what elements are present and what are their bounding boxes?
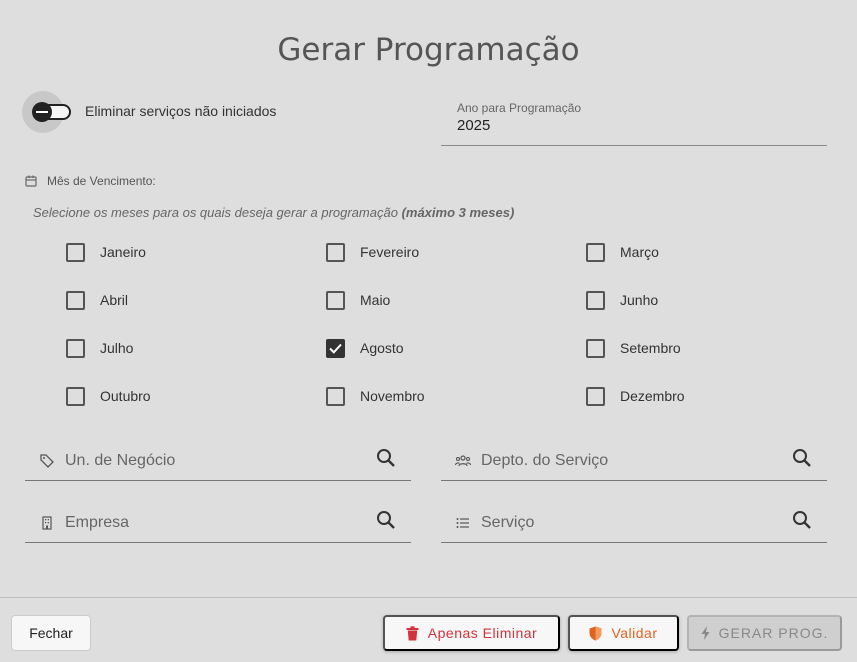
calendar-icon [25,175,37,187]
people-icon [455,453,471,469]
search-icon[interactable] [376,448,396,473]
year-field[interactable]: Ano para Programação 2025 [441,98,827,146]
shield-icon [589,626,602,640]
business-unit-placeholder: Un. de Negócio [65,451,176,469]
month-checkbox-item[interactable]: Maio [326,288,390,312]
toggle-thumb-minus-icon [32,102,52,122]
service-dept-placeholder: Depto. do Serviço [481,451,609,469]
month-label: Julho [100,340,134,356]
business-unit-field[interactable]: Un. de Negócio [25,441,411,481]
month-label: Outubro [100,388,151,404]
delete-only-button[interactable]: Apenas Eliminar [383,615,560,651]
year-field-label: Ano para Programação [457,101,582,115]
month-checkbox-item[interactable]: Dezembro [586,384,685,408]
month-checkbox-item[interactable]: Junho [586,288,658,312]
month-hint-text: Selecione os meses para os quais deseja … [33,205,398,220]
eliminate-toggle-label: Eliminar serviços não iniciados [85,103,277,119]
service-dept-field[interactable]: Depto. do Serviço [441,441,827,481]
year-field-value[interactable]: 2025 [457,117,490,134]
month-label: Agosto [360,340,404,356]
footer-divider [0,597,857,598]
close-button[interactable]: Fechar [11,615,91,651]
toggle-switch[interactable] [22,91,71,133]
month-checkbox-item[interactable]: Fevereiro [326,240,419,264]
search-icon[interactable] [792,448,812,473]
validate-label: Validar [611,625,658,641]
generate-button[interactable]: GERAR PROG. [687,615,842,651]
month-label: Dezembro [620,388,685,404]
generate-label: GERAR PROG. [718,625,829,641]
month-checkbox-item[interactable]: Novembro [326,384,425,408]
list-icon [455,515,471,531]
month-section-label: Mês de Vencimento: [47,174,156,188]
service-placeholder: Serviço [481,513,535,531]
month-section-header: Mês de Vencimento: [25,174,156,188]
month-checkbox[interactable] [66,290,85,310]
month-checkbox[interactable] [586,386,605,406]
generate-schedule-dialog: Gerar Programação Eliminar serviços não … [0,0,857,662]
month-checkbox-item[interactable]: Julho [66,336,133,360]
building-icon [39,515,55,531]
search-icon[interactable] [376,510,396,535]
month-hint: Selecione os meses para os quais deseja … [33,205,514,220]
month-checkbox[interactable] [66,386,85,406]
month-checkbox[interactable] [66,338,85,358]
month-checkbox-item[interactable]: Janeiro [66,240,146,264]
month-checkbox-item[interactable]: Setembro [586,336,681,360]
validate-button[interactable]: Validar [568,615,679,651]
month-checkbox[interactable] [326,338,345,358]
close-button-label: Fechar [29,625,73,641]
tag-icon [39,453,55,469]
month-checkbox[interactable] [586,338,605,358]
month-label: Fevereiro [360,244,420,260]
eliminate-toggle[interactable]: Eliminar serviços não iniciados [22,91,276,133]
dialog-title: Gerar Programação [277,32,580,68]
month-checkbox-item[interactable]: Agosto [326,336,404,360]
month-label: Abril [100,292,129,308]
check-icon [329,343,342,354]
month-checkbox[interactable] [326,242,345,262]
trash-icon [406,625,419,640]
month-checkbox[interactable] [586,242,605,262]
month-checkbox-item[interactable]: Outubro [66,384,151,408]
service-field[interactable]: Serviço [441,503,827,543]
company-placeholder: Empresa [65,513,130,531]
lightning-icon [701,626,710,640]
month-label: Setembro [620,340,681,356]
month-checkbox[interactable] [326,386,345,406]
month-checkbox[interactable] [326,290,345,310]
month-checkbox-item[interactable]: Abril [66,288,128,312]
month-label: Junho [620,292,659,308]
month-label: Maio [360,292,391,308]
search-icon[interactable] [792,510,812,535]
month-checkbox[interactable] [66,242,85,262]
month-label: Janeiro [100,244,146,260]
month-checkbox-item[interactable]: Março [586,240,659,264]
month-checkbox[interactable] [586,290,605,310]
month-label: Março [620,244,659,260]
month-hint-limit: (máximo 3 meses) [401,205,515,220]
company-field[interactable]: Empresa [25,503,411,543]
month-label: Novembro [360,388,425,404]
delete-only-label: Apenas Eliminar [427,625,538,641]
